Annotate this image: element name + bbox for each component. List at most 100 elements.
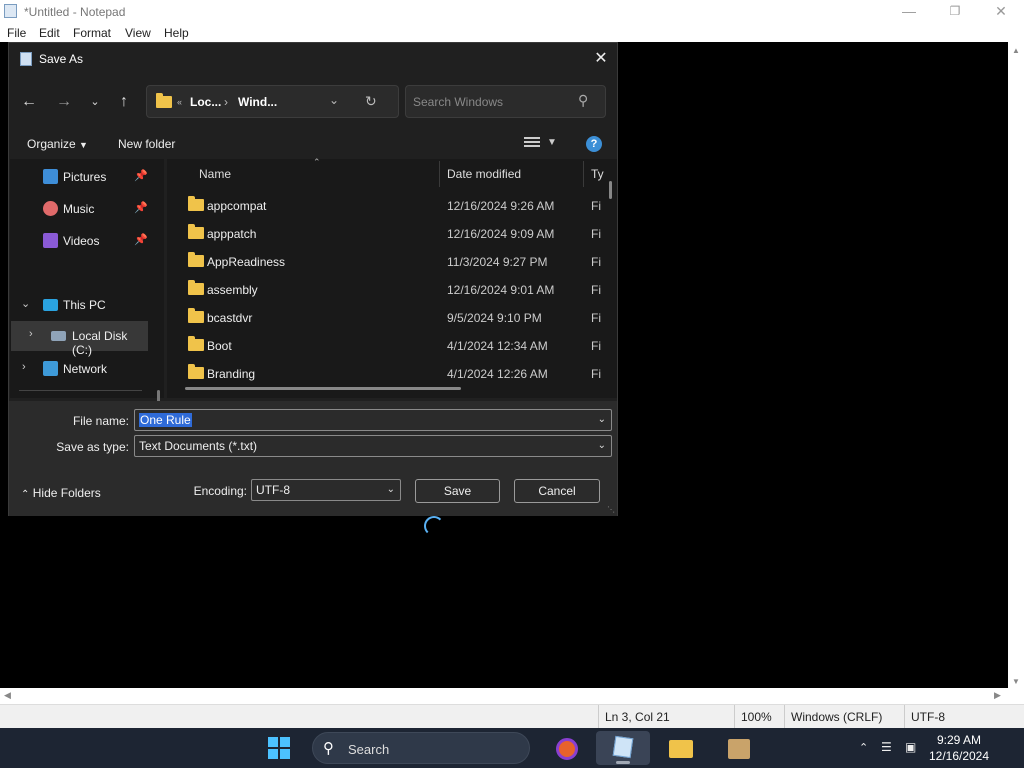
breadcrumb-windows[interactable]: Wind...	[238, 95, 277, 109]
taskbar-search-label: Search	[348, 742, 390, 757]
address-bar[interactable]: « Loc... › Wind... ⌄ ↻	[146, 85, 399, 118]
nav-item-this-pc[interactable]: ⌄ This PC	[10, 290, 155, 320]
pin-icon: 📌	[134, 170, 148, 182]
nav-item-network[interactable]: › Network	[10, 354, 155, 384]
start-button[interactable]	[268, 737, 290, 759]
horizontal-scrollbar[interactable]: ◀ ▶	[0, 688, 1024, 704]
overflow-chevron-icon: «	[177, 97, 183, 107]
chevron-down-icon[interactable]: ⌄	[598, 440, 606, 451]
new-folder-button[interactable]: New folder	[118, 137, 175, 151]
cancel-button[interactable]: Cancel	[514, 479, 600, 503]
status-bar: Ln 3, Col 21 100% Windows (CRLF) UTF-8	[0, 704, 1024, 729]
resize-grip-icon[interactable]: ⋱	[607, 505, 615, 514]
file-row[interactable]: bcastdvr 9/5/2024 9:10 PM Fi	[167, 303, 607, 331]
file-row[interactable]: AppReadiness 11/3/2024 9:27 PM Fi	[167, 247, 607, 275]
menu-help[interactable]: Help	[164, 26, 189, 40]
file-row[interactable]: Branding 4/1/2024 12:26 AM Fi	[167, 359, 607, 387]
line-endings: Windows (CRLF)	[784, 705, 902, 729]
network-icon	[43, 361, 58, 376]
file-explorer-button[interactable]	[654, 731, 708, 765]
chevron-up-icon: ⌃	[21, 489, 30, 500]
column-separator[interactable]	[439, 161, 440, 187]
pin-icon: 📌	[134, 202, 148, 214]
scroll-right-icon[interactable]: ▶	[994, 690, 1001, 701]
clock-time: 9:29 AM	[936, 733, 982, 747]
folder-icon	[669, 740, 693, 758]
column-header-name[interactable]: Name	[199, 159, 231, 189]
file-row[interactable]: appcompat 12/16/2024 9:26 AM Fi	[167, 191, 607, 219]
scroll-left-icon[interactable]: ◀	[4, 690, 11, 701]
file-name-label: File name:	[72, 414, 129, 428]
expand-chevron-icon[interactable]: ›	[22, 361, 26, 373]
display-icon[interactable]: ▣	[905, 740, 916, 754]
view-options-icon[interactable]	[524, 137, 540, 151]
scroll-up-icon[interactable]: ▲	[1012, 46, 1020, 55]
hide-folders-button[interactable]: ⌃ Hide Folders	[21, 486, 101, 500]
nav-item-videos[interactable]: Videos 📌	[10, 226, 155, 256]
file-list-scrollbar[interactable]	[609, 181, 612, 199]
menu-file[interactable]: File	[7, 26, 26, 40]
breadcrumb-local-disk[interactable]: Loc...	[190, 95, 221, 109]
refresh-icon[interactable]: ↻	[365, 93, 377, 110]
file-list-horizontal-scrollbar[interactable]	[185, 387, 461, 390]
column-header-type[interactable]: Ty	[591, 159, 604, 189]
menu-view[interactable]: View	[125, 26, 151, 40]
menu-edit[interactable]: Edit	[39, 26, 60, 40]
show-hidden-icons-chevron-icon[interactable]: ⌃	[859, 741, 868, 754]
view-dropdown-caret-icon[interactable]: ▼	[547, 137, 557, 148]
folder-icon	[188, 308, 204, 323]
collapse-chevron-icon[interactable]: ⌄	[21, 297, 30, 310]
up-folder-button[interactable]: ↑	[112, 91, 136, 113]
encoding-label: Encoding:	[193, 484, 247, 498]
vertical-scrollbar[interactable]: ▲ ▼	[1008, 42, 1024, 688]
file-name-value-wrap: One Rule	[139, 413, 192, 427]
close-button[interactable]: ✕	[978, 0, 1024, 24]
restore-button[interactable]: ❐	[932, 0, 978, 24]
taskbar-search[interactable]: ⚲ Search	[312, 732, 530, 764]
file-row[interactable]: assembly 12/16/2024 9:01 AM Fi	[167, 275, 607, 303]
file-date: 4/1/2024 12:34 AM	[447, 339, 548, 353]
nav-label-local-disk: Local Disk (C:)	[72, 329, 128, 357]
menu-format[interactable]: Format	[73, 26, 111, 40]
system-clock[interactable]: 9:29 AM 12/16/2024	[924, 732, 994, 764]
pin-icon: 📌	[134, 234, 148, 246]
chevron-down-icon[interactable]: ⌄	[387, 484, 395, 495]
search-input[interactable]	[413, 94, 573, 110]
file-date: 12/16/2024 9:09 AM	[447, 227, 555, 241]
search-box[interactable]: ⚲	[405, 85, 606, 118]
save-type-label: Save as type:	[56, 440, 129, 454]
encoding-select[interactable]: UTF-8 ⌄	[251, 479, 401, 501]
help-icon[interactable]: ?	[586, 136, 602, 152]
expand-chevron-icon[interactable]: ›	[29, 328, 33, 340]
dialog-close-button[interactable]: ✕	[587, 47, 615, 71]
network-icon[interactable]: ☰	[881, 740, 892, 754]
nav-item-pictures[interactable]: Pictures 📌	[10, 162, 155, 192]
nav-item-music[interactable]: Music 📌	[10, 194, 155, 224]
forward-button[interactable]: →	[52, 91, 76, 113]
music-icon	[43, 201, 58, 216]
recent-locations-chevron-down-icon[interactable]: ⌄	[83, 91, 107, 113]
file-type: Fi	[591, 227, 601, 241]
archive-app-button[interactable]	[712, 731, 766, 765]
save-type-select[interactable]: Text Documents (*.txt) ⌄	[134, 435, 612, 457]
search-icon[interactable]: ⚲	[578, 92, 588, 109]
organize-button[interactable]: Organize ▼	[27, 137, 88, 151]
nav-item-local-disk[interactable]: › Local Disk (C:)	[11, 321, 148, 357]
file-row[interactable]: apppatch 12/16/2024 9:09 AM Fi	[167, 219, 607, 247]
notepad-taskbar-button[interactable]	[596, 731, 650, 765]
back-button[interactable]: ←	[17, 91, 41, 113]
notepad-title-bar: *Untitled - Notepad — ❐ ✕	[0, 0, 1024, 24]
chevron-down-icon[interactable]: ⌄	[598, 414, 606, 425]
scroll-down-icon[interactable]: ▼	[1012, 677, 1020, 686]
file-type: Fi	[591, 199, 601, 213]
file-row[interactable]: Boot 4/1/2024 12:34 AM Fi	[167, 331, 607, 359]
firefox-button[interactable]	[540, 731, 594, 765]
address-dropdown-chevron-icon[interactable]: ⌄	[329, 93, 339, 107]
save-button[interactable]: Save	[415, 479, 500, 503]
file-name-value[interactable]: One Rule	[139, 413, 192, 427]
file-name-field[interactable]: One Rule ⌄	[134, 409, 612, 431]
column-separator[interactable]	[583, 161, 584, 187]
minimize-button[interactable]: —	[886, 0, 932, 24]
column-header-date[interactable]: Date modified	[447, 159, 521, 189]
file-date: 11/3/2024 9:27 PM	[447, 255, 548, 269]
